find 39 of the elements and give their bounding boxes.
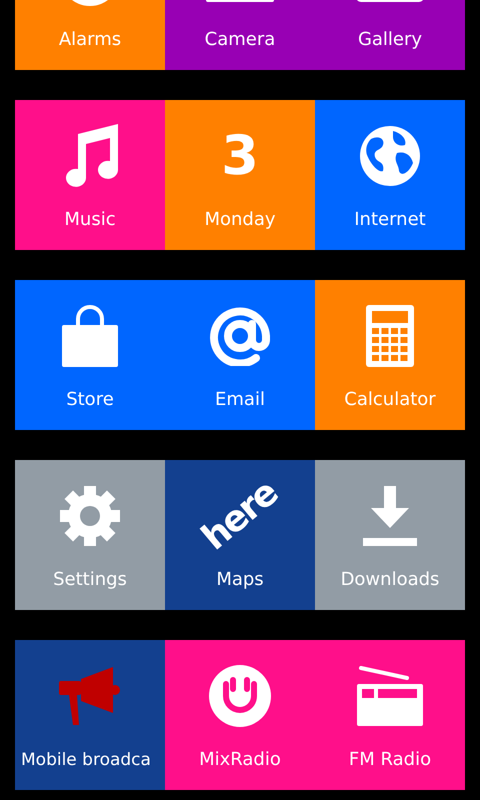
- tile-label: FM Radio: [348, 748, 432, 772]
- shopping-bag-icon: [62, 305, 118, 367]
- tile-label: Maps: [216, 568, 264, 592]
- smiley-icon: [209, 665, 271, 727]
- date-number: 3: [221, 126, 259, 186]
- globe-icon: [359, 125, 421, 187]
- tile-label: Settings: [53, 568, 127, 592]
- app-tile[interactable]: Downloads: [315, 460, 465, 610]
- app-tile[interactable]: Internet: [315, 100, 465, 250]
- app-tile[interactable]: Gallery: [315, 0, 465, 70]
- app-tile[interactable]: MixRadio: [165, 640, 315, 790]
- tile-label: Music: [64, 208, 116, 232]
- app-tile[interactable]: Store: [15, 280, 165, 430]
- tile-label: MixRadio: [199, 748, 281, 772]
- app-tile[interactable]: Camera: [165, 0, 315, 70]
- tile-label: Mobile broadca: [20, 749, 151, 772]
- tile-label: Email: [215, 388, 265, 412]
- app-tile[interactable]: Music: [15, 100, 165, 250]
- app-tile[interactable]: 3 Monday: [165, 100, 315, 250]
- download-icon: [363, 486, 417, 546]
- radio-icon: [357, 666, 423, 726]
- at-sign-icon: [210, 306, 270, 366]
- tile-label: Downloads: [340, 568, 440, 592]
- tile-label: Internet: [354, 208, 426, 232]
- app-tile[interactable]: Mobile broadca: [15, 640, 165, 790]
- app-tile[interactable]: Alarms: [15, 0, 165, 70]
- tile-label: Alarms: [58, 28, 122, 52]
- tile-label: Camera: [204, 28, 276, 52]
- tile-label: Monday: [204, 208, 276, 232]
- tile-label: Store: [66, 388, 114, 412]
- app-tile[interactable]: FM Radio: [315, 640, 465, 790]
- megaphone-icon: [59, 665, 121, 727]
- tile-label: Calculator: [344, 388, 436, 412]
- app-tile[interactable]: Email: [165, 280, 315, 430]
- app-tile[interactable]: Calculator: [315, 280, 465, 430]
- tile-label: Gallery: [358, 28, 422, 52]
- calculator-icon: [366, 305, 414, 367]
- app-tile[interactable]: Settings: [15, 460, 165, 610]
- settings-icon: [60, 486, 120, 546]
